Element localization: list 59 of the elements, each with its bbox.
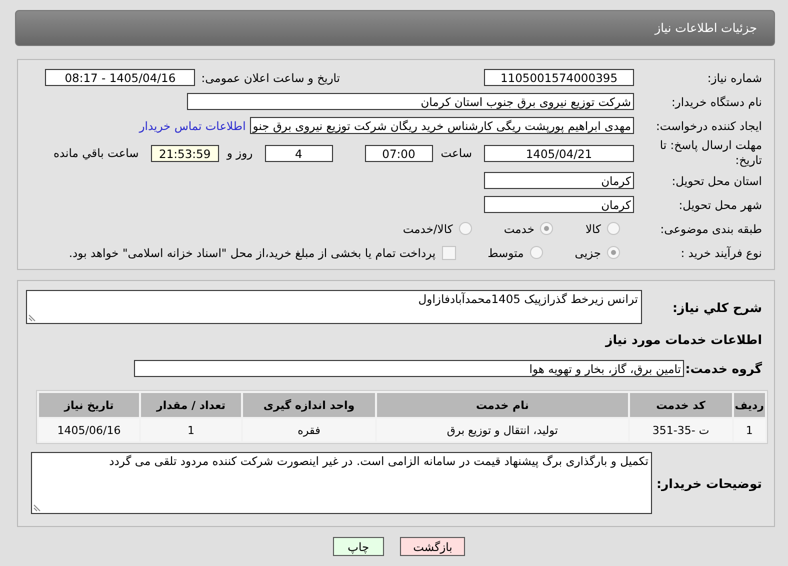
checkbox-label: پرداخت تمام یا بخشی از مبلغ خرید،از محل "اسناد خزانه اسلامی" خواهد بود. [68,246,436,260]
radio-label: کالا [585,222,601,236]
field-label: شهر محل تحویل: [678,198,763,212]
checkbox[interactable] [442,246,456,260]
radio-button[interactable] [458,222,472,235]
column-header: تاریخ نیاز [39,393,139,417]
field-label: طبقه بندی موضوعی: [659,222,763,236]
table-cell: ت -35-351 [630,419,732,441]
field-label: توضیحات خریدار: [656,476,763,490]
radio-label: جزیی [574,246,601,260]
resize-grip-icon[interactable] [28,314,36,322]
column-header: کد خدمت [630,393,732,417]
contact-link[interactable]: اطلاعات تماس خریدار [139,118,246,132]
field-label: ایجاد کننده درخواست: [655,118,763,132]
text-field[interactable]: 4 [264,144,333,162]
radio-button[interactable] [540,222,554,235]
column-header: واحد اندازه گیری [243,393,375,417]
radio-label: متوسط [488,246,524,260]
field-label: گروه خدمت: [684,361,763,376]
description-box[interactable]: ترانس زیرخط گذرازپیک 1405محمدآبادفازاول [26,290,642,324]
table-cell: تولید، انتقال و توزیع برق [377,419,628,441]
radio-label: خدمت [504,222,534,236]
radio-button[interactable] [530,246,543,259]
field-label: نام دستگاه خریدار: [670,94,763,108]
field-label: مهلت ارسال پاسخ: تا تاریخ: [658,138,763,168]
table-cell: 1 [734,419,765,441]
field-label: ساعت باقي مانده [54,146,140,160]
column-header: نام خدمت [377,393,628,417]
text-field[interactable]: تامین برق، گاز، بخار و تهویه هوا [134,360,684,377]
field-label: ساعت [440,146,473,160]
table-cell: فقره [243,419,375,441]
table-cell: 1 [141,419,241,441]
text-field[interactable]: شرکت توزیع نیروی برق جنوب استان کرمان [187,93,634,110]
field-label: استان محل تحویل: [670,174,763,188]
text-field[interactable]: 1405/04/21 [484,144,634,162]
radio-button[interactable] [607,222,620,235]
resize-grip-icon[interactable] [33,504,42,512]
field-label: شماره نیاز: [706,70,763,84]
text-field[interactable]: کرمان [484,196,634,213]
text-field[interactable]: 1105001574000395 [484,69,634,86]
text-field[interactable]: 21:53:59 [150,144,219,162]
radio-button[interactable] [607,246,620,259]
radio-label: کالا/خدمت [402,222,453,236]
page-header: جزئیات اطلاعات نیاز [15,10,775,46]
field-label: روز و [226,146,254,160]
field-label: نوع فرآیند خرید : [680,246,763,260]
text-field[interactable]: کرمان [484,172,634,189]
text-field[interactable]: 1405/04/16 - 08:17 [45,69,196,86]
back-button[interactable]: بازگشت [400,537,466,556]
text-field[interactable]: 07:00 [364,144,433,162]
section-heading: اطلاعات خدمات مورد نیاز [604,332,763,347]
field-label: شرح کلي نیاز: [672,300,763,314]
table-cell: 1405/06/16 [39,419,139,441]
field-label: تاریخ و ساعت اعلان عمومی: [201,70,341,84]
column-header: ردیف [734,393,765,417]
notes-box[interactable]: تکمیل و بارگذاری برگ پیشنهاد قیمت در سامانه الزامی است. در غیر اینصورت شرکت کننده مردود تلقی می گردد [31,452,652,514]
column-header: تعداد / مقدار [141,393,241,417]
print-button[interactable]: چاپ [332,537,384,556]
text-field[interactable]: مهدی ابراهیم پورپشت ریگی کارشناس خرید ریگان شرکت توزیع نیروی برق جنو [250,117,634,134]
